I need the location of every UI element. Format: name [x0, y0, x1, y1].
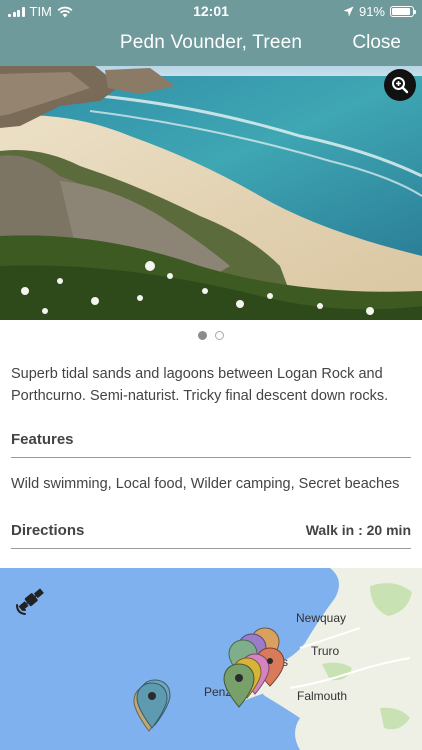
page-dot-2[interactable]	[215, 331, 224, 340]
features-divider	[11, 457, 411, 458]
map-view[interactable]: Newquay Truro Falmouth Penza s	[0, 568, 422, 750]
battery-percent: 91%	[358, 4, 385, 19]
status-bar: TIM 12:01 91%	[0, 0, 422, 22]
zoom-button[interactable]	[384, 69, 416, 101]
map-pin-cluster[interactable]	[223, 627, 285, 708]
battery-icon	[390, 6, 416, 17]
location-description: Superb tidal sands and lagoons between L…	[11, 366, 389, 404]
page-dot-1[interactable]	[198, 331, 207, 340]
walk-time: Walk in : 20 min	[305, 522, 411, 538]
header-bar: TIM 12:01 91% Pedn Vounder, Treen Close	[0, 0, 422, 66]
gps-button[interactable]	[14, 585, 48, 622]
beach-photo-image	[0, 66, 422, 320]
features-list: Wild swimming, Local food, Wilder campin…	[11, 476, 400, 492]
gallery-page-indicator[interactable]	[0, 331, 422, 340]
location-arrow-icon	[343, 6, 354, 17]
map-pins[interactable]	[0, 568, 422, 750]
close-button[interactable]: Close	[352, 32, 401, 54]
map-pin-scilly[interactable]	[133, 679, 171, 732]
satellite-icon	[16, 588, 44, 615]
directions-divider	[11, 548, 411, 549]
beach-photo[interactable]	[0, 66, 422, 320]
features-heading: Features	[11, 431, 74, 448]
zoom-in-icon	[392, 77, 409, 94]
